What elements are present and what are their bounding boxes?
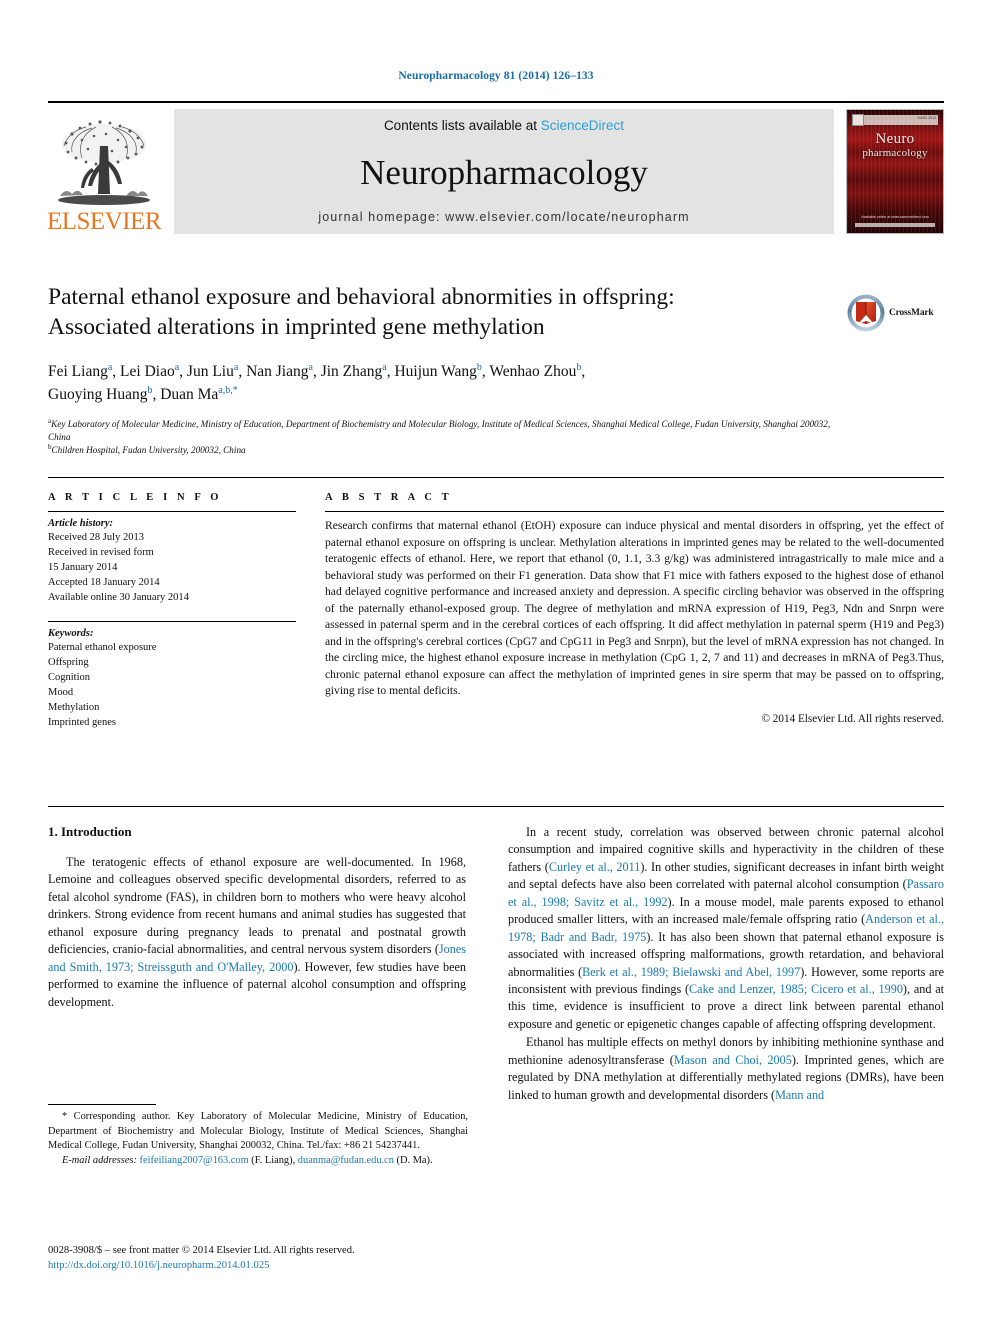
crossmark-label: CrossMark (889, 308, 934, 318)
cover-footer-text: Available online at www.sciencedirect.co… (861, 215, 929, 219)
email-link-2[interactable]: duanma@fudan.edu.cn (298, 1155, 394, 1166)
email-label: E-mail addresses: (62, 1154, 137, 1166)
history-item: Accepted 18 January 2014 (48, 577, 160, 588)
cover-issue-text: Vol 81 2014 (917, 116, 937, 120)
footnote-separator-rule (48, 1104, 156, 1105)
keyword-item: Offspring (48, 657, 89, 668)
masthead-center-panel: Contents lists available at ScienceDirec… (174, 109, 834, 234)
doi-link[interactable]: http://dx.doi.org/10.1016/j.neuropharm.2… (48, 1258, 508, 1273)
article-info-column: A R T I C L E I N F O Article history: R… (48, 492, 296, 730)
keywords-label: Keywords: (48, 628, 94, 639)
cover-journal-title: Neuro pharmacology (847, 131, 943, 159)
elsevier-logo: ELSEVIER (46, 109, 166, 235)
email-owner-2: (D. Ma). (396, 1154, 433, 1166)
intro-p1-part-a: The teratogenic effects of ethanol expos… (48, 855, 466, 957)
body-column-left: 1. Introduction The teratogenic effects … (48, 824, 466, 1011)
info-band-top-rule (48, 477, 944, 478)
intro-paragraph-1: The teratogenic effects of ethanol expos… (48, 854, 466, 1011)
intro-paragraph-3: Ethanol has multiple effects on methyl d… (508, 1034, 944, 1104)
sciencedirect-link[interactable]: ScienceDirect (541, 118, 624, 133)
article-history-label: Article history: (48, 518, 114, 529)
body-column-right: In a recent study, correlation was obser… (508, 824, 944, 1104)
corresponding-author-note: * Corresponding author. Key Laboratory o… (48, 1111, 468, 1152)
crossmark-badge[interactable]: CrossMark (846, 290, 946, 336)
citation-link[interactable]: Curley et al., 2011 (549, 860, 641, 874)
citation-link[interactable]: Mason and Choi, 2005 (674, 1053, 792, 1067)
imprint-block: 0028-3908/$ – see front matter © 2014 El… (48, 1243, 508, 1274)
history-item: Received in revised form (48, 547, 154, 558)
email-owner-1: (F. Liang), (251, 1154, 296, 1166)
article-info-rule-1 (48, 511, 296, 512)
history-item: 15 January 2014 (48, 562, 118, 573)
abstract-column: A B S T R A C T Research confirms that m… (325, 492, 944, 725)
intro-paragraph-2: In a recent study, correlation was obser… (508, 824, 944, 1033)
article-title-line1: Paternal ethanol exposure and behavioral… (48, 284, 675, 310)
affiliation-a: aKey Laboratory of Molecular Medicine, M… (48, 416, 831, 443)
citation-link[interactable]: Cake and Lenzer, 1985; Cicero et al., 19… (689, 982, 903, 996)
keyword-item: Mood (48, 687, 74, 698)
citation-link[interactable]: Mann and (775, 1088, 824, 1102)
section-heading-introduction: 1. Introduction (48, 824, 132, 839)
history-item: Received 28 July 2013 (48, 532, 144, 543)
email-addresses-note: E-mail addresses: feifeiliang2007@163.co… (48, 1154, 468, 1169)
authors-line-2: Guoying Huangb, Duan Maa,b,* (48, 385, 238, 404)
affiliation-b: bChildren Hospital, Fudan University, 20… (48, 443, 246, 456)
journal-cover-thumbnail: Vol 81 2014 Neuro pharmacology Available… (846, 109, 944, 234)
keyword-item: Imprinted genes (48, 717, 116, 728)
keyword-item: Cognition (48, 672, 91, 683)
article-info-rule-2 (48, 621, 296, 622)
abstract-heading: A B S T R A C T (325, 492, 453, 503)
keyword-item: Paternal ethanol exposure (48, 642, 157, 653)
contents-prefix: Contents lists available at (383, 118, 541, 133)
abstract-text: Research confirms that maternal ethanol … (325, 519, 944, 698)
info-band-bottom-rule (48, 806, 944, 807)
elsevier-tree-icon (58, 120, 150, 205)
masthead-top-rule (48, 101, 944, 103)
front-matter-line: 0028-3908/$ – see front matter © 2014 El… (48, 1245, 355, 1256)
citation-link[interactable]: Berk et al., 1989; Bielawski and Abel, 1… (582, 965, 800, 979)
article-info-heading: A R T I C L E I N F O (48, 492, 223, 503)
journal-homepage-link[interactable]: journal homepage: www.elsevier.com/locat… (318, 210, 689, 224)
article-title-line2: Associated alterations in imprinted gene… (48, 313, 545, 340)
cover-top-band: Vol 81 2014 (852, 114, 938, 126)
abstract-copyright: © 2014 Elsevier Ltd. All rights reserved… (761, 712, 945, 725)
abstract-rule (325, 511, 944, 512)
history-item: Available online 30 January 2014 (48, 592, 189, 603)
contents-available-line: Contents lists available at ScienceDirec… (384, 118, 624, 133)
journal-title: Neuropharmacology (360, 153, 648, 192)
authors-line-1: Fei Lianga, Lei Diaoa, Jun Liua, Nan Jia… (48, 361, 586, 380)
keyword-item: Methylation (48, 702, 100, 713)
email-link-1[interactable]: feifeiliang2007@163.com (140, 1155, 249, 1166)
cover-bottom-band (855, 223, 935, 227)
elsevier-wordmark: ELSEVIER (46, 208, 162, 235)
cover-title-line2: pharmacology (862, 146, 928, 159)
cover-title-line1: Neuro (875, 131, 915, 147)
running-head: Neuropharmacology 81 (2014) 126–133 (398, 70, 594, 82)
article-page: Neuropharmacology 81 (2014) 126–133 ELSE… (0, 0, 992, 1323)
affiliations: aKey Laboratory of Molecular Medicine, M… (48, 416, 848, 457)
author-list: Fei Lianga, Lei Diaoa, Jun Liua, Nan Jia… (48, 360, 848, 407)
crossmark-icon (847, 294, 885, 332)
affiliation-b-text: Children Hospital, Fudan University, 200… (51, 445, 246, 456)
affiliation-a-text: Key Laboratory of Molecular Medicine, Mi… (48, 419, 831, 443)
cover-elsevier-mark-icon (852, 114, 864, 126)
cover-image: Vol 81 2014 Neuro pharmacology Available… (847, 110, 943, 233)
footnote-block: * Corresponding author. Key Laboratory o… (48, 1110, 468, 1168)
page-title: Paternal ethanol exposure and behavioral… (48, 283, 838, 342)
article-title: Paternal ethanol exposure and behavioral… (48, 283, 838, 342)
journal-masthead: ELSEVIER Contents lists available at Sci… (46, 101, 944, 235)
